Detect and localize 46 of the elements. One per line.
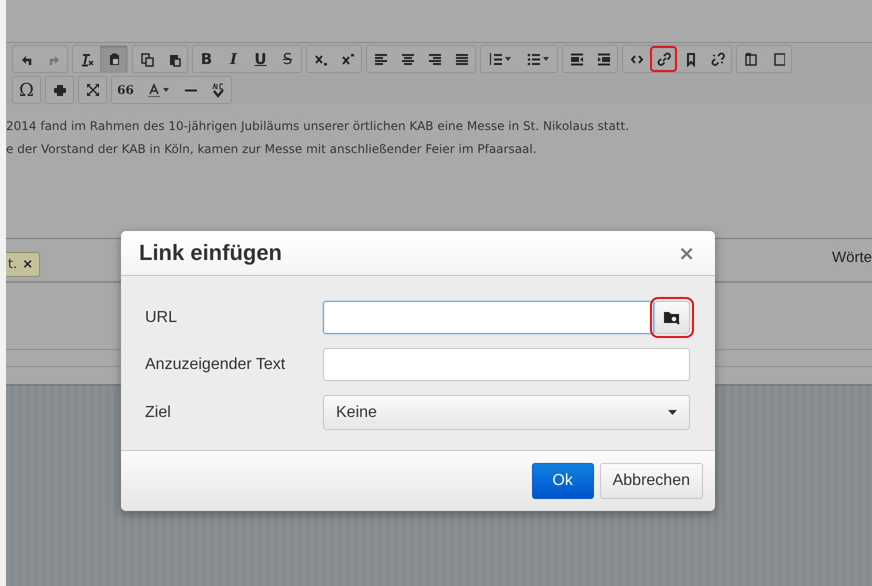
folder-search-icon bbox=[663, 310, 682, 325]
text-color-icon bbox=[147, 82, 161, 98]
clear-format-icon bbox=[80, 52, 94, 66]
format-button[interactable]: 66 bbox=[112, 77, 139, 103]
caret-icon bbox=[163, 88, 169, 92]
dialog-title: Link einfügen bbox=[139, 240, 282, 266]
field-label: Anzuzeigender Text bbox=[145, 356, 286, 374]
caret-icon bbox=[505, 57, 511, 61]
editor-text-line: e der Vorstand der KAB in Köln, kamen zur Messe mit anschließender Feier im Pfaarsaal. bbox=[6, 141, 538, 158]
close-button[interactable]: × bbox=[678, 241, 695, 265]
format-button[interactable]: I bbox=[220, 46, 247, 72]
url-field[interactable] bbox=[323, 301, 654, 334]
field-label: Ziel bbox=[145, 404, 172, 422]
fullscreen-icon bbox=[86, 82, 100, 98]
format-button[interactable]: S bbox=[274, 46, 301, 72]
cancel-button[interactable]: Abbrechen bbox=[600, 463, 703, 499]
tooltip-text: t. bbox=[8, 256, 18, 272]
close-icon[interactable]: × bbox=[22, 256, 34, 272]
toolbar-button[interactable] bbox=[100, 46, 127, 72]
ok-button[interactable]: Ok bbox=[532, 463, 594, 499]
format-button[interactable]: B bbox=[193, 46, 220, 72]
justify-icon bbox=[454, 52, 468, 66]
toolbar-button[interactable] bbox=[650, 46, 677, 72]
indent-icon bbox=[596, 52, 610, 66]
outdent-icon bbox=[570, 52, 584, 66]
bullet-list-icon bbox=[527, 52, 541, 66]
template-icon bbox=[744, 52, 758, 66]
superscript-icon bbox=[340, 52, 354, 66]
align-center-icon bbox=[400, 52, 414, 66]
field-label: URL bbox=[145, 308, 178, 326]
editor-text-line: 2014 fand im Rahmen des 10-jährigen Jubiläums unserer örtlichen KAB eine Messe in St. Nikolaus statt. bbox=[6, 118, 630, 135]
numbered-list-icon bbox=[489, 52, 503, 66]
text-field[interactable] bbox=[323, 348, 690, 381]
align-right-icon bbox=[428, 52, 442, 66]
copy-icon bbox=[140, 52, 154, 66]
target-dropdown[interactable]: Keine bbox=[323, 395, 690, 430]
format-button[interactable]: Ω bbox=[13, 77, 40, 103]
align-left-icon bbox=[374, 52, 388, 66]
format-button[interactable]: U bbox=[247, 46, 274, 72]
unlink-icon bbox=[710, 52, 724, 66]
caret-icon bbox=[543, 57, 549, 61]
caret-icon bbox=[668, 410, 677, 415]
word-count: Wörte bbox=[832, 248, 872, 266]
horizontal-line-icon bbox=[184, 88, 198, 92]
spellcheck-icon bbox=[210, 82, 224, 98]
link-icon bbox=[656, 52, 670, 66]
